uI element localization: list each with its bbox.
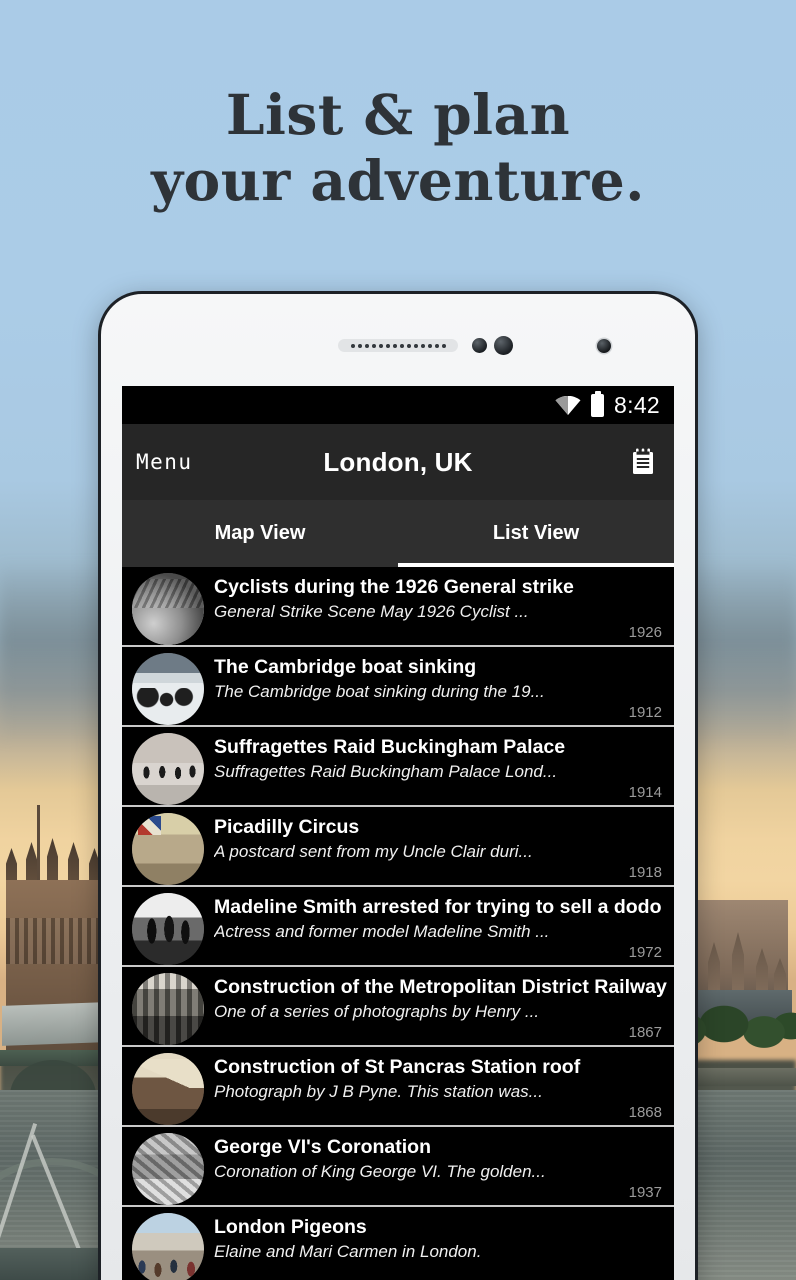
thumbnail-image bbox=[132, 1213, 204, 1280]
list-item-year: 1867 bbox=[628, 1024, 662, 1041]
list-item-thumbnail bbox=[132, 973, 204, 1045]
phone-screen: 8:42 Menu London, UK Map View List View … bbox=[122, 386, 674, 1280]
list-item-year: 1937 bbox=[628, 1184, 662, 1201]
front-camera bbox=[597, 339, 611, 353]
westminster-roof bbox=[2, 1002, 106, 1046]
list-item-subtitle: The Cambridge boat sinking during the 19… bbox=[214, 682, 545, 701]
proximity-sensor bbox=[472, 338, 487, 353]
list-item-title: London Pigeons bbox=[214, 1216, 367, 1238]
list-item-text: London Pigeons Elaine and Mari Carmen in … bbox=[214, 1213, 674, 1263]
list-item-subtitle: One of a series of photographs by Henry … bbox=[214, 1002, 540, 1021]
list-item-year: 1912 bbox=[628, 704, 662, 721]
list-item-thumbnail bbox=[132, 653, 204, 725]
thumbnail-image bbox=[132, 973, 204, 1045]
list-item-title: George VI's Coronation bbox=[214, 1136, 431, 1158]
list-item-title: Madeline Smith arrested for trying to se… bbox=[214, 896, 662, 918]
thumbnail-image bbox=[132, 813, 204, 885]
list-item-thumbnail bbox=[132, 893, 204, 965]
list-item[interactable]: George VI's Coronation Coronation of King… bbox=[122, 1127, 674, 1207]
list-item[interactable]: Construction of the Metropolitan Distric… bbox=[122, 967, 674, 1047]
list-item-subtitle: Suffragettes Raid Buckingham Palace Lond… bbox=[214, 762, 558, 781]
list-item-thumbnail bbox=[132, 1213, 204, 1280]
list-item-subtitle: Photograph by J B Pyne. This station was… bbox=[214, 1082, 543, 1101]
list-item-year: 1972 bbox=[628, 944, 662, 961]
list-item-year: 1868 bbox=[628, 1104, 662, 1121]
status-bar-clock: 8:42 bbox=[614, 391, 660, 418]
app-bar: Menu London, UK bbox=[122, 424, 674, 500]
list-item-title: Suffragettes Raid Buckingham Palace bbox=[214, 736, 566, 758]
story-list[interactable]: Cyclists during the 1926 General strike G… bbox=[122, 567, 674, 1280]
phone-mockup: 8:42 Menu London, UK Map View List View … bbox=[98, 291, 698, 1280]
list-item-thumbnail bbox=[132, 1133, 204, 1205]
list-item-text: Suffragettes Raid Buckingham Palace Suffr… bbox=[214, 733, 674, 783]
page-title: London, UK bbox=[323, 446, 473, 477]
thumbnail-image bbox=[132, 1053, 204, 1125]
headline-line-1: List & plan bbox=[225, 82, 571, 147]
tab-list-view-label: List View bbox=[492, 522, 580, 544]
list-item-year: 1914 bbox=[628, 784, 662, 801]
marketing-headline: List & plan your adventure. bbox=[0, 82, 796, 214]
list-item-subtitle: Actress and former model Madeline Smith … bbox=[214, 922, 550, 941]
list-item-year: 1926 bbox=[628, 624, 662, 641]
status-bar: 8:42 bbox=[122, 386, 674, 424]
list-item-subtitle: A postcard sent from my Uncle Clair duri… bbox=[214, 842, 533, 861]
battery-icon bbox=[591, 390, 605, 417]
list-item-year: 1918 bbox=[628, 864, 662, 881]
list-item-text: George VI's Coronation Coronation of King… bbox=[214, 1133, 674, 1183]
list-item[interactable]: The Cambridge boat sinking The Cambridge … bbox=[122, 647, 674, 727]
list-item[interactable]: Picadilly Circus A postcard sent from my … bbox=[122, 807, 674, 887]
list-item-text: Picadilly Circus A postcard sent from my … bbox=[214, 813, 674, 863]
list-item-title: Cyclists during the 1926 General strike bbox=[214, 576, 574, 598]
view-tabs: Map View List View bbox=[122, 500, 674, 567]
menu-button[interactable]: Menu bbox=[136, 450, 193, 474]
list-item-thumbnail bbox=[132, 733, 204, 805]
list-item-text: Cyclists during the 1926 General strike G… bbox=[214, 573, 674, 623]
tab-map-view[interactable]: Map View bbox=[122, 500, 398, 567]
list-item-subtitle: Coronation of King George VI. The golden… bbox=[214, 1162, 546, 1181]
tab-list-view[interactable]: List View bbox=[398, 500, 674, 567]
list-item-title: Construction of St Pancras Station roof bbox=[214, 1056, 581, 1078]
list-item[interactable]: Suffragettes Raid Buckingham Palace Suffr… bbox=[122, 727, 674, 807]
tab-map-view-label: Map View bbox=[214, 522, 306, 544]
list-item-subtitle: Elaine and Mari Carmen in London. bbox=[214, 1242, 482, 1261]
thumbnail-image bbox=[132, 893, 204, 965]
list-item-text: The Cambridge boat sinking The Cambridge … bbox=[214, 653, 674, 703]
wifi-icon bbox=[555, 395, 581, 415]
list-item-text: Construction of the Metropolitan Distric… bbox=[214, 973, 674, 1023]
list-item-title: Construction of the Metropolitan Distric… bbox=[214, 976, 667, 998]
thumbnail-image bbox=[132, 733, 204, 805]
list-item-thumbnail bbox=[132, 1053, 204, 1125]
notepad-icon[interactable] bbox=[626, 445, 660, 479]
list-item-thumbnail bbox=[132, 573, 204, 645]
list-item-text: Construction of St Pancras Station roof P… bbox=[214, 1053, 674, 1103]
thumbnail-image bbox=[132, 573, 204, 645]
list-item[interactable]: Madeline Smith arrested for trying to se… bbox=[122, 887, 674, 967]
list-item[interactable]: London Pigeons Elaine and Mari Carmen in … bbox=[122, 1207, 674, 1280]
headline-line-2: your adventure. bbox=[151, 148, 645, 213]
list-item[interactable]: Construction of St Pancras Station roof P… bbox=[122, 1047, 674, 1127]
list-item-subtitle: General Strike Scene May 1926 Cyclist ..… bbox=[214, 602, 529, 621]
earpiece-speaker bbox=[338, 339, 458, 352]
list-item-title: The Cambridge boat sinking bbox=[214, 656, 477, 678]
light-sensor bbox=[494, 336, 513, 355]
thumbnail-image bbox=[132, 1133, 204, 1205]
list-item-title: Picadilly Circus bbox=[214, 816, 360, 838]
list-item[interactable]: Cyclists during the 1926 General strike G… bbox=[122, 567, 674, 647]
list-item-text: Madeline Smith arrested for trying to se… bbox=[214, 893, 674, 943]
list-item-thumbnail bbox=[132, 813, 204, 885]
thumbnail-image bbox=[132, 653, 204, 725]
